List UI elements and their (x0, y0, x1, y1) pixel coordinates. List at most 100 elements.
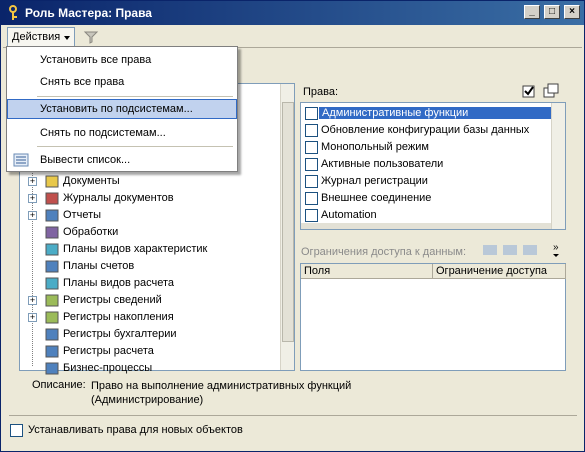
tree-item[interactable]: Регистры бухгалтерии (20, 326, 282, 343)
tree-item-label: Регистры накопления (63, 311, 174, 323)
restrictions-label: Ограничения доступа к данным: (301, 246, 467, 258)
tree-item-label: Планы счетов (63, 260, 135, 272)
right-checkbox[interactable] (305, 107, 318, 120)
menu-item-label: Установить все права (40, 54, 152, 66)
divider (9, 415, 577, 416)
actions-label: Действия (12, 31, 61, 43)
menu-separator (37, 146, 233, 147)
rights-hscrollbar[interactable] (301, 223, 551, 229)
rights-list[interactable]: Административные функции Обновление конфи… (300, 102, 566, 230)
menu-separator (37, 96, 233, 97)
more-icon[interactable]: » (553, 242, 559, 257)
list-icon (13, 153, 29, 167)
maximize-button[interactable]: □ (544, 5, 560, 19)
tree-item[interactable]: Бизнес-процессы (20, 360, 282, 377)
info-register-icon (45, 294, 59, 307)
accounting-register-icon (45, 328, 59, 341)
rights-label: Права: (303, 86, 339, 98)
expand-icon[interactable]: + (28, 194, 37, 203)
tree-item[interactable]: Планы счетов (20, 258, 282, 275)
chevron-down-icon (64, 36, 70, 40)
tree-scroll-thumb[interactable] (282, 102, 294, 342)
close-button[interactable]: × (564, 5, 580, 19)
tree-item-label: Отчеты (63, 209, 102, 221)
right-checkbox[interactable] (305, 124, 318, 137)
restrictions-table[interactable]: Поля Ограничение доступа (300, 263, 566, 371)
menu-item-label: Снять по подсистемам... (40, 127, 166, 139)
delete-restriction-icon[interactable] (523, 245, 537, 255)
tree-scrollbar[interactable] (280, 84, 294, 370)
description-text: Право на выполнение административных фун… (91, 380, 352, 406)
expand-icon[interactable]: + (28, 211, 37, 220)
expand-icon[interactable]: + (28, 313, 37, 322)
right-checkbox[interactable] (305, 192, 318, 205)
svg-text:»: » (553, 242, 559, 253)
minimize-button[interactable]: _ (524, 5, 540, 19)
right-checkbox[interactable] (305, 141, 318, 154)
new-objects-checkbox[interactable] (10, 424, 23, 437)
calculation-register-icon (45, 345, 59, 358)
menu-item-set-all[interactable]: Установить все права (7, 50, 237, 70)
expand-icon[interactable]: + (28, 296, 37, 305)
right-item-label: Обновление конфигурации базы данных (321, 124, 530, 136)
tree-item-label: Обработки (63, 226, 119, 238)
chart-of-characteristics-icon (45, 243, 59, 256)
menu-item-clear-all[interactable]: Снять все права (7, 72, 237, 92)
tree-item[interactable]: + Регистры сведений (20, 292, 282, 309)
menu-item-set-by-subsystems[interactable]: Установить по подсистемам... (7, 99, 237, 119)
chart-of-calculation-icon (45, 277, 59, 290)
role-rights-window: Роль Мастера: Права _ □ × Действия + Доку… (0, 0, 585, 452)
filter-icon[interactable] (83, 29, 99, 45)
actions-menu-button[interactable]: Действия (7, 27, 75, 47)
right-item[interactable]: Монопольный режим (303, 139, 553, 156)
copy-icon[interactable] (543, 83, 559, 98)
tree-item-label: Бизнес-процессы (63, 362, 153, 374)
right-checkbox[interactable] (305, 175, 318, 188)
tree-item[interactable]: Планы видов характеристик (20, 241, 282, 258)
right-item[interactable]: Обновление конфигурации базы данных (303, 122, 553, 139)
tree-item[interactable]: + Регистры накопления (20, 309, 282, 326)
accumulation-register-icon (45, 311, 59, 324)
right-item-label: Монопольный режим (321, 141, 429, 153)
business-process-icon (45, 362, 59, 375)
tree-item-label: Планы видов расчета (63, 277, 175, 289)
right-checkbox[interactable] (305, 209, 318, 222)
menu-item-label: Снять все права (40, 76, 125, 88)
right-item[interactable]: Automation (303, 207, 553, 224)
tree-item-label: Планы видов характеристик (63, 243, 208, 255)
tree-item-label: Регистры сведений (63, 294, 162, 306)
right-item-label: Административные функции (319, 107, 553, 119)
check-all-icon[interactable] (522, 85, 535, 98)
right-item[interactable]: Активные пользователи (303, 156, 553, 173)
menu-item-clear-by-subsystems[interactable]: Снять по подсистемам... (7, 123, 237, 143)
tree-item[interactable]: + Документы (20, 173, 282, 190)
column-header-restriction[interactable]: Ограничение доступа (433, 264, 566, 279)
key-icon (9, 5, 17, 20)
menu-item-output-list[interactable]: Вывести список... (7, 150, 237, 170)
description-label: Описание: (32, 379, 86, 391)
tree-item-label: Журналы документов (63, 192, 174, 204)
journal-icon (45, 192, 59, 205)
right-item-label: Журнал регистрации (321, 175, 428, 187)
expand-icon[interactable]: + (28, 177, 37, 186)
rights-scrollbar[interactable] (551, 103, 565, 229)
processing-icon (45, 226, 59, 239)
tree-item[interactable]: Планы видов расчета (20, 275, 282, 292)
column-header-fields[interactable]: Поля (301, 264, 433, 279)
tree-item[interactable]: Регистры расчета (20, 343, 282, 360)
tree-item[interactable]: + Отчеты (20, 207, 282, 224)
tree-item-label: Регистры расчета (63, 345, 154, 357)
menu-item-label: Установить по подсистемам... (40, 103, 193, 115)
right-item[interactable]: Журнал регистрации (303, 173, 553, 190)
add-restriction-icon[interactable] (483, 245, 497, 255)
right-checkbox[interactable] (305, 158, 318, 171)
right-item[interactable]: Внешнее соединение (303, 190, 553, 207)
edit-restriction-icon[interactable] (503, 245, 517, 255)
rights-toolbar (522, 83, 559, 98)
title-bar[interactable]: Роль Мастера: Права _ □ × (1, 1, 584, 25)
report-icon (45, 209, 59, 222)
tree-item[interactable]: + Журналы документов (20, 190, 282, 207)
window-title: Роль Мастера: Права (25, 6, 152, 20)
tree-item[interactable]: Обработки (20, 224, 282, 241)
right-item[interactable]: Административные функции (303, 105, 553, 122)
